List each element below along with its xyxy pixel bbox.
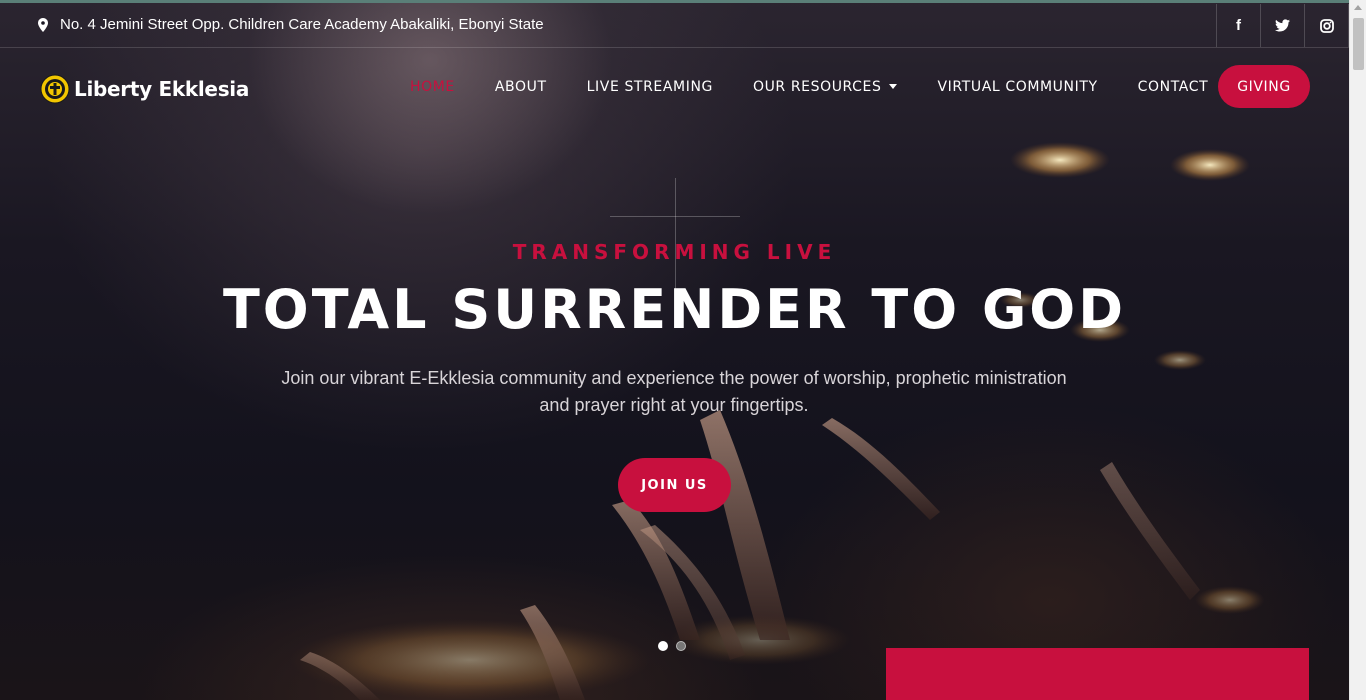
- main-nav: HOME ABOUT LIVE STREAMING OUR RESOURCES …: [390, 65, 1228, 108]
- instagram-link[interactable]: [1304, 4, 1349, 47]
- nav-virtual-community[interactable]: VIRTUAL COMMUNITY: [917, 79, 1117, 95]
- bottom-red-panel: [886, 648, 1309, 700]
- scroll-thumb[interactable]: [1353, 18, 1364, 70]
- page: No. 4 Jemini Street Opp. Children Care A…: [0, 0, 1366, 700]
- address-text: No. 4 Jemini Street Opp. Children Care A…: [60, 16, 544, 33]
- twitter-icon: [1275, 19, 1290, 32]
- nav-home[interactable]: HOME: [390, 79, 475, 95]
- location-pin-icon: [38, 17, 48, 32]
- window-top-border: [0, 0, 1366, 3]
- social-links: f: [1216, 4, 1349, 47]
- scroll-up-icon[interactable]: [1354, 5, 1362, 10]
- slide-dot-2[interactable]: [676, 641, 686, 651]
- chevron-down-icon: [889, 84, 898, 89]
- hero-headline: TOTAL SURRENDER TO GOD: [222, 278, 1127, 341]
- nav-about[interactable]: ABOUT: [475, 79, 567, 95]
- hero-subtext: Join our vibrant E-Ekklesia community an…: [281, 368, 1067, 415]
- hero-kicker: TRANSFORMING LIVE: [512, 240, 837, 264]
- facebook-link[interactable]: f: [1216, 4, 1260, 47]
- twitter-link[interactable]: [1260, 4, 1304, 47]
- nav-our-resources-label: OUR RESOURCES: [752, 78, 882, 95]
- facebook-icon: f: [1236, 17, 1241, 34]
- page-scrollbar[interactable]: [1349, 0, 1366, 700]
- giving-button[interactable]: GIVING: [1218, 65, 1310, 108]
- brand-name: Liberty Ekklesia: [74, 77, 250, 101]
- church-emblem-icon: [40, 74, 70, 104]
- instagram-icon: [1319, 18, 1334, 33]
- address-info: No. 4 Jemini Street Opp. Children Care A…: [38, 16, 544, 33]
- join-us-button[interactable]: JOIN US: [618, 458, 731, 512]
- slider-pagination: [658, 641, 694, 651]
- cross-decoration-vertical: [675, 178, 676, 290]
- slide-dot-1[interactable]: [658, 641, 668, 651]
- nav-live-streaming[interactable]: LIVE STREAMING: [567, 79, 733, 95]
- nav-contact[interactable]: CONTACT: [1118, 79, 1229, 95]
- brand-logo[interactable]: Liberty Ekklesia: [40, 74, 249, 104]
- nav-our-resources[interactable]: OUR RESOURCES: [733, 79, 918, 95]
- top-bar: No. 4 Jemini Street Opp. Children Care A…: [0, 4, 1349, 48]
